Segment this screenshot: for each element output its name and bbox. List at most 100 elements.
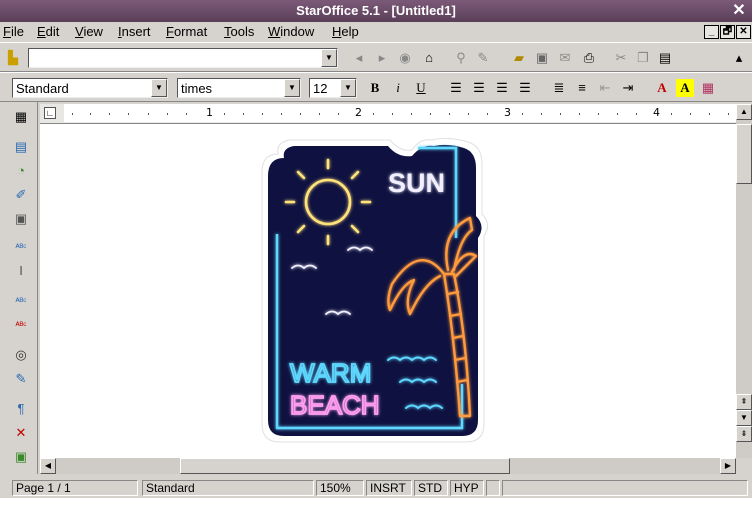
paragraph-style-dropdown-icon[interactable]: ▼ <box>151 79 167 97</box>
stop-icon[interactable]: ◉ <box>396 49 414 67</box>
neon-sticker-image: SUN WARM BEACH <box>261 137 488 443</box>
open-folder-icon[interactable]: ▰ <box>510 49 528 67</box>
horizontal-scroll-thumb[interactable] <box>180 458 510 474</box>
paragraph-style-value: Standard <box>16 81 69 96</box>
menu-tools[interactable]: Tools <box>224 24 254 39</box>
cut-icon[interactable]: ✂ <box>612 49 630 67</box>
vertical-scroll-thumb[interactable] <box>736 124 752 184</box>
font-size-dropdown-icon[interactable]: ▼ <box>340 79 356 97</box>
menu-window[interactable]: Window <box>268 24 314 39</box>
spellcheck-icon[interactable]: ᴬᴮᶜ <box>12 292 30 310</box>
font-name-dropdown-icon[interactable]: ▼ <box>284 79 300 97</box>
font-name-value: times <box>181 81 213 96</box>
status-page-style[interactable]: Standard <box>142 480 314 496</box>
bullets-icon[interactable]: ≡ <box>573 79 591 97</box>
background-color-icon[interactable]: ▦ <box>699 79 717 97</box>
autocomplete-icon[interactable]: ᴬᴮᶜ <box>12 238 30 256</box>
scroll-up-icon[interactable]: ▲ <box>736 104 752 120</box>
italic-button[interactable]: i <box>389 79 407 97</box>
paragraph-style-select[interactable]: Standard ▼ <box>12 78 168 98</box>
mail-icon[interactable]: ✉ <box>556 49 574 67</box>
auto-spellcheck-icon[interactable]: ᴬᴮᶜ <box>12 316 30 334</box>
ruler-mark: 3 <box>504 106 511 119</box>
paste-icon[interactable]: ▤ <box>656 49 674 67</box>
status-info <box>502 480 748 496</box>
ruler-mark: 2 <box>355 106 362 119</box>
data-sources-icon[interactable]: ✎ <box>12 370 30 388</box>
new-document-icon[interactable]: ▙ <box>4 49 22 67</box>
increase-indent-icon[interactable]: ⇥ <box>619 79 637 97</box>
status-bar: Page 1 / 1 Standard 150% INSRT STD HYP <box>0 478 752 498</box>
insert-field-icon[interactable]: ▤ <box>12 138 30 156</box>
doc-minimize-button[interactable]: _ <box>704 25 719 39</box>
align-right-icon[interactable]: ☰ <box>493 79 511 97</box>
align-left-icon[interactable]: ☰ <box>447 79 465 97</box>
ruler-mark: 1 <box>206 106 213 119</box>
status-zoom[interactable]: 150% <box>316 480 364 496</box>
main-toolbar: ▦ ▤ ◔ ✐ ▣ ᴬᴮᶜ I ᴬᴮᶜ ᴬᴮᶜ ◎ ✎ ¶ ✕ ▣ <box>0 102 38 474</box>
menu-help[interactable]: Help <box>332 24 359 39</box>
doc-window-controls: _ 🗗 ✕ <box>704 22 752 42</box>
form-functions-icon[interactable]: ▣ <box>12 210 30 228</box>
graphics-off-icon[interactable]: ✕ <box>12 424 30 442</box>
online-layout-icon[interactable]: ▣ <box>12 448 30 466</box>
page-up-icon[interactable]: ⇞ <box>736 394 752 410</box>
page-down-icon[interactable]: ⇟ <box>736 426 752 442</box>
highlight-icon[interactable]: A <box>676 79 694 97</box>
menu-insert[interactable]: Insert <box>118 24 151 39</box>
title-bar: StarOffice 5.1 - [Untitled1] ✕ <box>0 0 752 22</box>
insert-object-icon[interactable]: ◔ <box>12 162 30 180</box>
underline-button[interactable]: U <box>412 79 430 97</box>
edit-file-icon[interactable]: ✎ <box>474 49 492 67</box>
scroll-right-icon[interactable]: ▶ <box>720 458 736 474</box>
scroll-left-icon[interactable]: ◀ <box>40 458 56 474</box>
menu-view[interactable]: View <box>75 24 103 39</box>
find-icon[interactable]: ⚲ <box>452 49 470 67</box>
nonprinting-chars-icon[interactable]: ¶ <box>12 400 30 418</box>
font-color-icon[interactable]: A <box>653 79 671 97</box>
sticker-warm-text: WARM <box>290 358 371 388</box>
menu-bar: File Edit View Insert Format Tools Windo… <box>0 22 752 42</box>
insert-table-icon[interactable]: ▦ <box>12 108 30 126</box>
status-hyperlink-mode[interactable]: HYP <box>450 480 484 496</box>
find-replace-icon[interactable]: ◎ <box>12 346 30 364</box>
align-center-icon[interactable]: ☰ <box>470 79 488 97</box>
document-page[interactable]: SUN WARM BEACH <box>40 124 736 458</box>
window-close-icon[interactable]: ✕ <box>730 2 748 20</box>
back-arrow-icon[interactable]: ◂ <box>350 49 368 67</box>
text-cursor-icon[interactable]: I <box>12 262 30 280</box>
vertical-scrollbar[interactable]: ▲ ⇞ ▼ ⇟ <box>736 104 752 458</box>
font-name-select[interactable]: times ▼ <box>177 78 301 98</box>
bold-button[interactable]: B <box>366 79 384 97</box>
scroll-down-icon[interactable]: ▼ <box>736 410 752 426</box>
menu-file[interactable]: File <box>3 24 24 39</box>
home-icon[interactable]: ⌂ <box>420 49 438 67</box>
numbering-icon[interactable]: ≣ <box>550 79 568 97</box>
doc-restore-button[interactable]: 🗗 <box>720 25 735 39</box>
print-icon[interactable]: ⎙ <box>580 49 598 67</box>
ruler-track: 1 2 3 4 <box>64 104 736 122</box>
tab-type-icon[interactable]: ∟ <box>44 107 56 119</box>
url-dropdown-icon[interactable]: ▼ <box>321 49 337 67</box>
url-field[interactable]: ▼ <box>28 48 338 68</box>
menu-edit[interactable]: Edit <box>37 24 59 39</box>
menu-format[interactable]: Format <box>166 24 207 39</box>
draw-functions-icon[interactable]: ✐ <box>12 186 30 204</box>
font-size-select[interactable]: 12 ▼ <box>309 78 357 98</box>
window-title: StarOffice 5.1 - [Untitled1] <box>296 3 456 18</box>
justify-icon[interactable]: ☰ <box>516 79 534 97</box>
status-selection-mode[interactable]: STD <box>414 480 448 496</box>
doc-close-button[interactable]: ✕ <box>736 25 751 39</box>
horizontal-scrollbar[interactable]: ◀ ▶ <box>40 458 736 474</box>
forward-arrow-icon[interactable]: ▸ <box>373 49 391 67</box>
desktop-strip <box>0 498 752 520</box>
decrease-indent-icon[interactable]: ⇤ <box>596 79 614 97</box>
formatting-toolbar: Standard ▼ times ▼ 12 ▼ B i U ☰ ☰ ☰ ☰ ≣ … <box>0 72 752 102</box>
status-insert-mode[interactable]: INSRT <box>366 480 412 496</box>
status-modified <box>486 480 500 496</box>
sticker-beach-text: BEACH <box>290 390 380 420</box>
save-icon[interactable]: ▣ <box>533 49 551 67</box>
scroll-up-small-icon[interactable]: ▴ <box>730 49 748 67</box>
horizontal-ruler[interactable]: ∟ 1 2 3 4 <box>40 104 736 124</box>
copy-icon[interactable]: ❐ <box>634 49 652 67</box>
